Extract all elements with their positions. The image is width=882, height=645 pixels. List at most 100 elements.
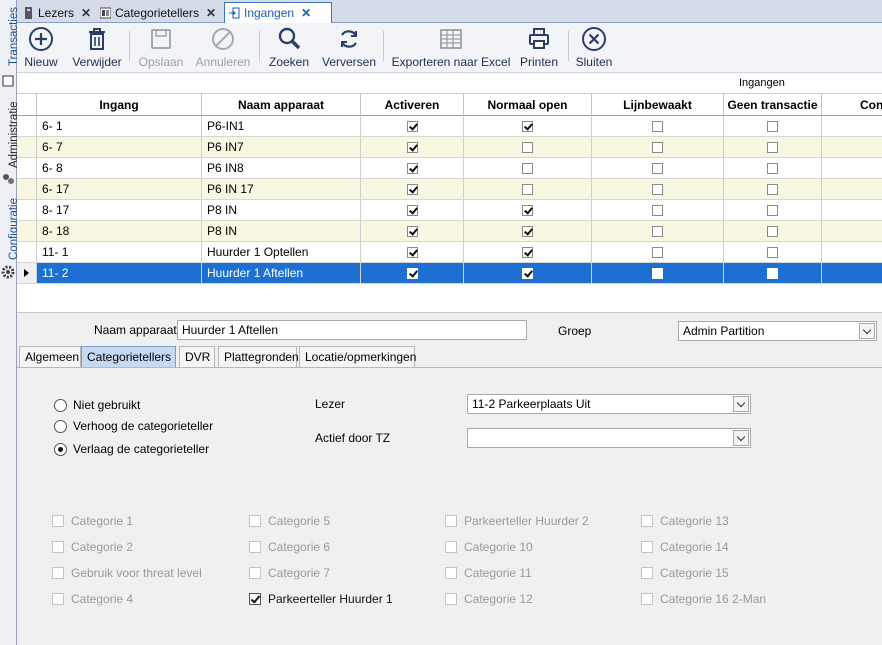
category-checkbox[interactable] (52, 593, 64, 605)
refresh-button[interactable]: Verversen (321, 24, 377, 72)
table-row[interactable]: 11- 2 Huurder 1 Aftellen (17, 263, 882, 284)
lijnbewaakt-checkbox[interactable] (652, 204, 663, 216)
normaal-open-checkbox[interactable] (522, 120, 533, 132)
activeren-checkbox[interactable] (406, 120, 418, 132)
row-selector[interactable] (17, 116, 37, 136)
category-checkbox[interactable] (52, 515, 64, 527)
category-checkbox-item[interactable]: Categorie 2 (52, 540, 133, 554)
radio-button[interactable] (54, 398, 67, 412)
row-selector[interactable] (17, 137, 37, 157)
category-checkbox[interactable] (641, 515, 653, 527)
category-checkbox[interactable] (445, 541, 457, 553)
table-row[interactable]: 8- 18 P8 IN (17, 221, 882, 242)
normaal-open-checkbox[interactable] (522, 246, 533, 258)
activeren-checkbox[interactable] (406, 162, 418, 174)
cell-ingang[interactable]: 6- 17 (37, 179, 202, 199)
subtab-plattegronden[interactable]: Plattegronden (218, 346, 299, 367)
category-checkbox[interactable] (249, 593, 261, 605)
side-tab-configuratie[interactable]: Configuratie (0, 195, 20, 285)
cell-ingang[interactable]: 8- 17 (37, 200, 202, 220)
cell-naam-apparaat[interactable]: P6 IN7 (202, 137, 361, 157)
table-row[interactable]: 11- 1 Huurder 1 Optellen (17, 242, 882, 263)
column-header-lijnbewaakt[interactable]: Lijnbewaakt (592, 94, 724, 116)
category-checkbox-item[interactable]: Categorie 14 (641, 540, 729, 554)
category-checkbox[interactable] (445, 593, 457, 605)
search-button[interactable]: Zoeken (267, 24, 311, 72)
activeren-checkbox[interactable] (406, 204, 418, 216)
category-checkbox[interactable] (249, 541, 261, 553)
geen-transactie-checkbox[interactable] (767, 141, 778, 153)
geen-transactie-checkbox[interactable] (767, 267, 778, 279)
category-checkbox[interactable] (641, 593, 653, 605)
normaal-open-checkbox[interactable] (522, 162, 533, 174)
close-icon[interactable]: ✕ (81, 6, 91, 20)
tab-categorietellers[interactable]: Categorietellers ✕ (96, 2, 224, 23)
cell-ingang[interactable]: 6- 8 (37, 158, 202, 178)
chevron-down-icon[interactable] (733, 430, 749, 446)
cell-ingang[interactable]: 11- 2 (37, 263, 202, 283)
radio-button[interactable] (54, 419, 67, 433)
radio-verlaag[interactable]: Verlaag de categorieteller (54, 442, 209, 456)
normaal-open-checkbox[interactable] (522, 141, 533, 153)
category-checkbox[interactable] (445, 515, 457, 527)
activeren-checkbox[interactable] (406, 246, 418, 258)
cell-naam-apparaat[interactable]: P8 IN (202, 221, 361, 241)
category-checkbox-item[interactable]: Categorie 12 (445, 592, 533, 606)
close-icon[interactable]: ✕ (206, 6, 216, 20)
table-row[interactable]: 6- 1 P6-IN1 (17, 116, 882, 137)
subtab-dvr[interactable]: DVR (179, 346, 215, 367)
close-button[interactable]: Sluiten (574, 24, 614, 72)
cell-ingang[interactable]: 6- 1 (37, 116, 202, 136)
cell-ingang[interactable]: 6- 7 (37, 137, 202, 157)
category-checkbox-item[interactable]: Gebruik voor threat level (52, 566, 202, 580)
naam-apparaat-input[interactable]: Huurder 1 Aftellen (177, 320, 527, 340)
activeren-checkbox[interactable] (406, 183, 418, 195)
category-checkbox-item[interactable]: Categorie 11 (445, 566, 532, 580)
lijnbewaakt-checkbox[interactable] (652, 225, 663, 237)
category-checkbox[interactable] (641, 567, 653, 579)
cell-naam-apparaat[interactable]: P6-IN1 (202, 116, 361, 136)
category-checkbox-item[interactable]: Parkeerteller Huurder 1 (249, 592, 393, 606)
tab-ingangen[interactable]: Ingangen ✕ (224, 2, 332, 23)
lezer-select[interactable]: 11-2 Parkeerplaats Uit (467, 394, 751, 414)
actief-door-tz-select[interactable] (467, 428, 751, 448)
lijnbewaakt-checkbox[interactable] (652, 162, 663, 174)
category-checkbox-item[interactable]: Categorie 5 (249, 514, 330, 528)
delete-button[interactable]: Verwijder (69, 24, 125, 72)
cell-naam-apparaat[interactable]: P6 IN 17 (202, 179, 361, 199)
cell-ingang[interactable]: 11- 1 (37, 242, 202, 262)
side-tab-transacties[interactable]: Transacties (0, 0, 20, 87)
category-checkbox-item[interactable]: Categorie 4 (52, 592, 133, 606)
table-row[interactable]: 8- 17 P8 IN (17, 200, 882, 221)
activeren-checkbox[interactable] (406, 267, 418, 279)
category-checkbox[interactable] (249, 567, 261, 579)
category-checkbox-item[interactable]: Categorie 13 (641, 514, 729, 528)
groep-select[interactable]: Admin Partition (678, 321, 877, 341)
subtab-algemeen[interactable]: Algemeen (19, 346, 81, 367)
category-checkbox-item[interactable]: Categorie 6 (249, 540, 330, 554)
lijnbewaakt-checkbox[interactable] (652, 141, 663, 153)
normaal-open-checkbox[interactable] (522, 267, 533, 279)
category-checkbox[interactable] (52, 541, 64, 553)
cell-naam-apparaat[interactable]: Huurder 1 Aftellen (202, 263, 361, 283)
table-row[interactable]: 6- 8 P6 IN8 (17, 158, 882, 179)
row-selector[interactable] (17, 263, 37, 283)
radio-niet-gebruikt[interactable]: Niet gebruikt (54, 398, 140, 412)
category-checkbox-item[interactable]: Parkeerteller Huurder 2 (445, 514, 589, 528)
row-selector[interactable] (17, 179, 37, 199)
category-checkbox-item[interactable]: Categorie 10 (445, 540, 533, 554)
column-header-naam-apparaat[interactable]: Naam apparaat (202, 94, 361, 116)
category-checkbox-item[interactable]: Categorie 15 (641, 566, 729, 580)
save-button[interactable]: Opslaan (137, 24, 185, 72)
cancel-button[interactable]: Annuleren (195, 24, 251, 72)
column-header-con[interactable]: Con (822, 94, 882, 116)
cell-naam-apparaat[interactable]: Huurder 1 Optellen (202, 242, 361, 262)
category-checkbox-item[interactable]: Categorie 1 (52, 514, 133, 528)
lijnbewaakt-checkbox[interactable] (652, 120, 663, 132)
cell-naam-apparaat[interactable]: P8 IN (202, 200, 361, 220)
category-checkbox[interactable] (641, 541, 653, 553)
geen-transactie-checkbox[interactable] (767, 246, 778, 258)
category-checkbox-item[interactable]: Categorie 7 (249, 566, 330, 580)
cell-ingang[interactable]: 8- 18 (37, 221, 202, 241)
lijnbewaakt-checkbox[interactable] (652, 267, 663, 279)
